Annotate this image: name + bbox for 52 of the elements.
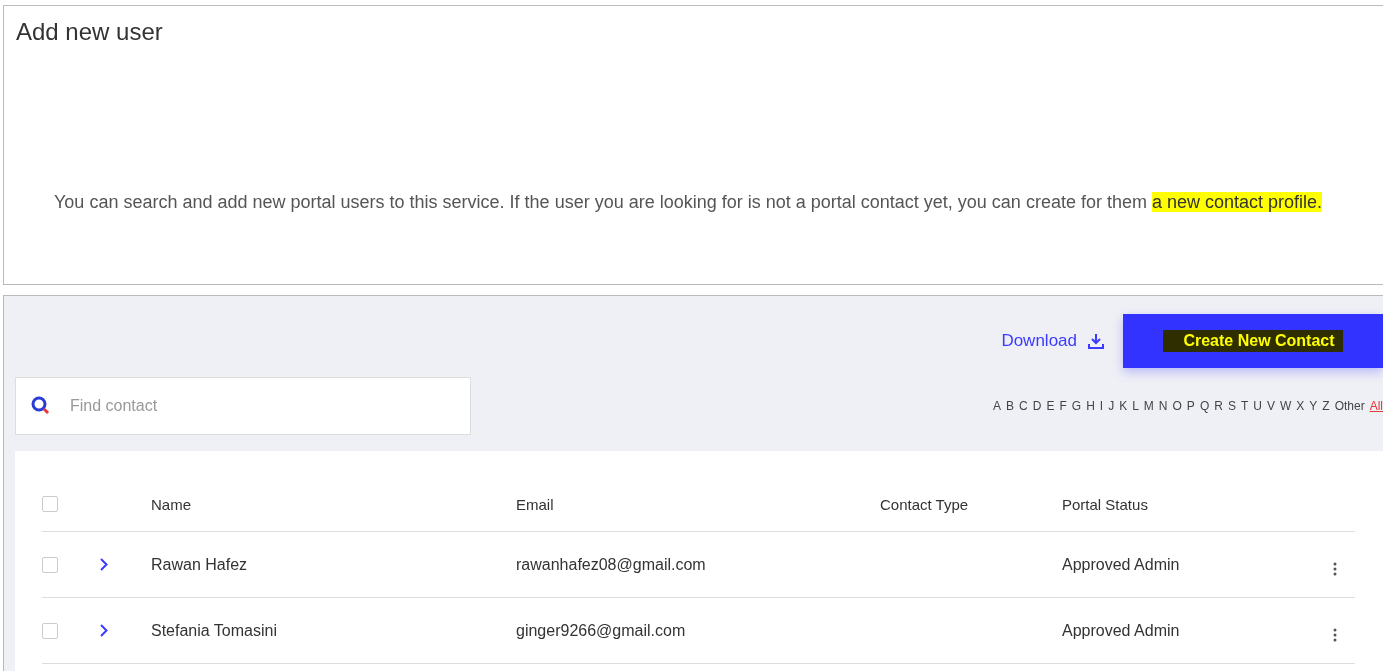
alphabet-filter[interactable]: N: [1158, 399, 1168, 413]
alphabet-filter[interactable]: Y: [1309, 399, 1318, 413]
alphabet-filter[interactable]: Z: [1322, 399, 1330, 413]
alphabet-filter[interactable]: T: [1240, 399, 1249, 413]
select-all-checkbox[interactable]: [42, 496, 58, 512]
alphabet-filter[interactable]: H: [1086, 399, 1095, 413]
row-checkbox[interactable]: [42, 556, 58, 573]
email-cell-text: rawanhafez08@gmail.com: [516, 555, 707, 574]
alphabet-filter[interactable]: J: [1108, 399, 1115, 413]
row-checkbox[interactable]: [42, 622, 58, 639]
column-header: Portal Status: [1062, 495, 1149, 513]
alphabet-filter[interactable]: K: [1119, 399, 1128, 413]
name-cell-text: Stefania Tomasini: [151, 621, 278, 640]
alphabet-filter[interactable]: L: [1132, 399, 1139, 413]
alphabet-filter[interactable]: F: [1059, 399, 1067, 413]
alphabet-filter[interactable]: All: [1369, 399, 1383, 413]
column-header: Contact Type: [880, 495, 970, 513]
download-link[interactable]: Download: [1001, 331, 1077, 351]
status-cell-text: Approved Admin: [1062, 555, 1181, 574]
alphabet-filter[interactable]: P: [1186, 399, 1195, 413]
alphabet-filter[interactable]: I: [1099, 399, 1104, 413]
alphabet-filter[interactable]: X: [1296, 399, 1305, 413]
alphabet-filter[interactable]: O: [1172, 399, 1182, 413]
alphabet-filter[interactable]: E: [1046, 399, 1055, 413]
more-vertical-icon[interactable]: [1333, 561, 1337, 576]
description-text: You can search and add new portal users to this service. If the user you are looking for is not a portal contact yet, you can create for them a new contact profile.: [54, 191, 1324, 214]
new-contact-link[interactable]: a new contact profile.: [1151, 192, 1323, 212]
more-vertical-icon[interactable]: [1333, 627, 1337, 642]
alphabet-filter[interactable]: V: [1266, 399, 1275, 413]
email-cell-text: ginger9266@gmail.com: [516, 621, 687, 640]
alphabet-filter[interactable]: R: [1214, 399, 1223, 413]
alphabet-filter[interactable]: A: [993, 399, 1002, 413]
column-header: Name: [151, 495, 192, 513]
status-cell-text: Approved Admin: [1062, 621, 1181, 640]
alphabet-filter[interactable]: M: [1143, 399, 1154, 413]
search-field[interactable]: Find contact: [15, 377, 471, 435]
download-icon[interactable]: [1087, 332, 1105, 350]
column-header: Email: [516, 495, 555, 513]
chevron-right-icon[interactable]: [100, 624, 108, 637]
chevron-right-icon[interactable]: [100, 558, 108, 571]
alphabet-filter[interactable]: C: [1019, 399, 1028, 413]
alphabet-filter[interactable]: Q: [1199, 399, 1210, 413]
alphabet-filter[interactable]: D: [1032, 399, 1042, 413]
name-cell-text: Rawan Hafez: [151, 555, 249, 574]
alphabet-filter[interactable]: S: [1227, 399, 1236, 413]
create-contact-button[interactable]: Create New Contact: [1123, 314, 1383, 368]
alphabet-filter[interactable]: G: [1071, 399, 1082, 413]
alphabet-filter[interactable]: B: [1006, 399, 1015, 413]
alphabet-filter[interactable]: W: [1279, 399, 1292, 413]
alphabet-filter[interactable]: U: [1253, 399, 1262, 413]
alphabet-filter[interactable]: Other: [1334, 399, 1365, 413]
page-title: Add new user: [16, 18, 164, 46]
